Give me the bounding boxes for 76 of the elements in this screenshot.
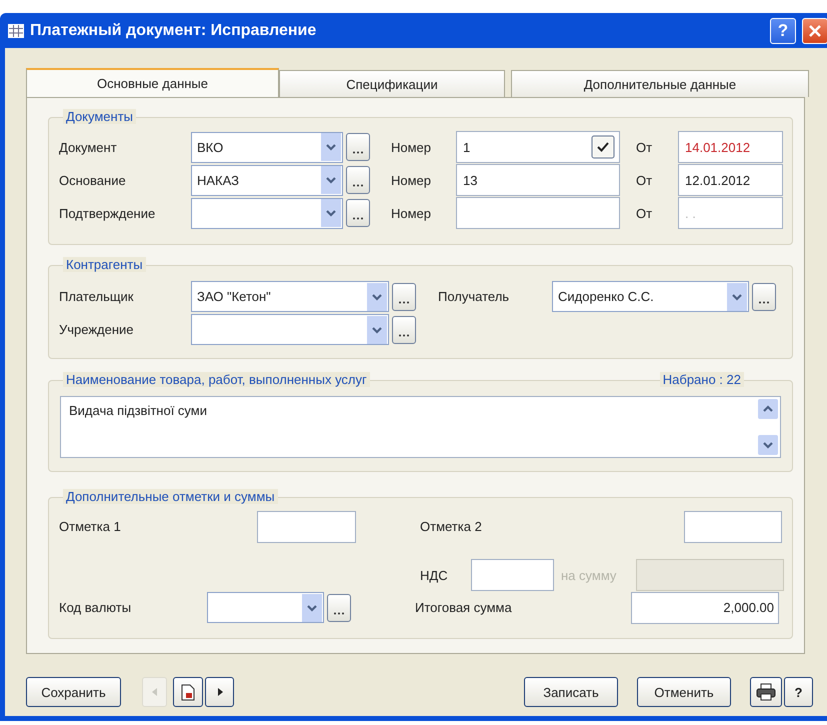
browse-button[interactable] (752, 282, 776, 310)
scroll-down-icon[interactable] (758, 435, 778, 455)
tab[interactable]: Дополнительные данные (511, 70, 809, 97)
field-label: Отметка 2 (420, 519, 483, 534)
help-button[interactable]: ? (784, 677, 813, 707)
input-field[interactable] (471, 559, 554, 591)
field-label: Код валюты (59, 600, 132, 615)
ellipsis-icon (333, 612, 345, 614)
field-label: НДС (420, 568, 449, 582)
field-label: Документ (59, 140, 118, 154)
browse-button[interactable] (327, 594, 351, 622)
number-field[interactable] (456, 197, 620, 229)
tab[interactable]: Основные данные (26, 68, 279, 97)
combo-box[interactable]: ЗАО "Кетон" (191, 281, 389, 312)
combo-box[interactable]: Сидоренко С.С. (552, 281, 749, 312)
field-label: Отметка 1 (59, 519, 122, 534)
field-label: От (636, 206, 654, 220)
window-icon (8, 24, 24, 38)
combo-box[interactable] (207, 592, 324, 623)
browse-button[interactable] (346, 199, 370, 227)
left-arrow-icon (152, 688, 158, 696)
field-label: Подтверждение (59, 206, 156, 220)
ellipsis-icon (352, 217, 364, 220)
browse-button[interactable] (392, 282, 416, 310)
field-label: Плательщик (59, 289, 134, 304)
group-title: Наименование товара, работ, выполненных услуг (63, 372, 370, 387)
close-icon (808, 24, 822, 38)
date-field[interactable]: 14.01.2012 (678, 131, 783, 163)
checkbox[interactable] (591, 135, 615, 159)
help-button[interactable]: ? (770, 18, 796, 44)
next-button[interactable] (205, 677, 234, 707)
printer-icon (756, 683, 776, 701)
field-label: От (636, 140, 654, 154)
cancel-button[interactable]: Отменить (637, 677, 731, 707)
field-label: Номер (391, 172, 432, 188)
combo-box[interactable]: НАКАЗ (191, 164, 343, 196)
input-field[interactable] (257, 510, 356, 542)
ellipsis-icon (758, 300, 770, 304)
combo-box[interactable] (191, 314, 389, 345)
ellipsis-icon (398, 300, 410, 304)
field-label: Номер (391, 206, 432, 220)
field-label: Основание (59, 172, 127, 188)
field-label: на сумму (561, 568, 618, 582)
write-button[interactable]: Записать (524, 677, 618, 707)
save-button[interactable]: Сохранить (26, 677, 121, 707)
input-field[interactable] (684, 510, 782, 542)
right-arrow-icon (216, 688, 222, 696)
combo-box[interactable]: ВКО (191, 132, 343, 162)
number-field[interactable]: 1 (456, 131, 620, 163)
group-title: Документы (63, 109, 136, 124)
text-area[interactable]: Видача підзвітної суми (60, 396, 781, 458)
ellipsis-icon (398, 334, 410, 336)
browse-button[interactable] (392, 316, 416, 344)
character-counter: Набрано : 22 (660, 372, 744, 387)
field-label: Номер (391, 140, 432, 154)
print-button[interactable] (750, 677, 782, 707)
ellipsis-icon (352, 151, 364, 154)
group-title: Контрагенты (63, 257, 146, 272)
browse-button[interactable] (346, 133, 370, 161)
group-title: Дополнительные отметки и суммы (63, 489, 278, 504)
field-label: Получатель (438, 289, 510, 304)
total-field[interactable]: 2,000.00 (631, 592, 779, 624)
field-label: От (636, 172, 654, 188)
number-field[interactable]: 13 (456, 164, 620, 196)
field-label: Учреждение (59, 322, 135, 337)
date-field[interactable]: 12.01.2012 (678, 164, 783, 196)
document-icon (181, 684, 195, 700)
browse-button[interactable] (346, 166, 370, 194)
combo-box[interactable] (191, 198, 343, 228)
scroll-up-icon[interactable] (758, 399, 778, 419)
window-title: Платежный документ: Исправление (30, 22, 316, 40)
ellipsis-icon (352, 184, 364, 187)
close-button[interactable] (802, 18, 827, 44)
document-button[interactable] (173, 677, 203, 707)
field-label: Итоговая сумма (415, 600, 513, 615)
tab[interactable]: Спецификации (279, 70, 505, 97)
